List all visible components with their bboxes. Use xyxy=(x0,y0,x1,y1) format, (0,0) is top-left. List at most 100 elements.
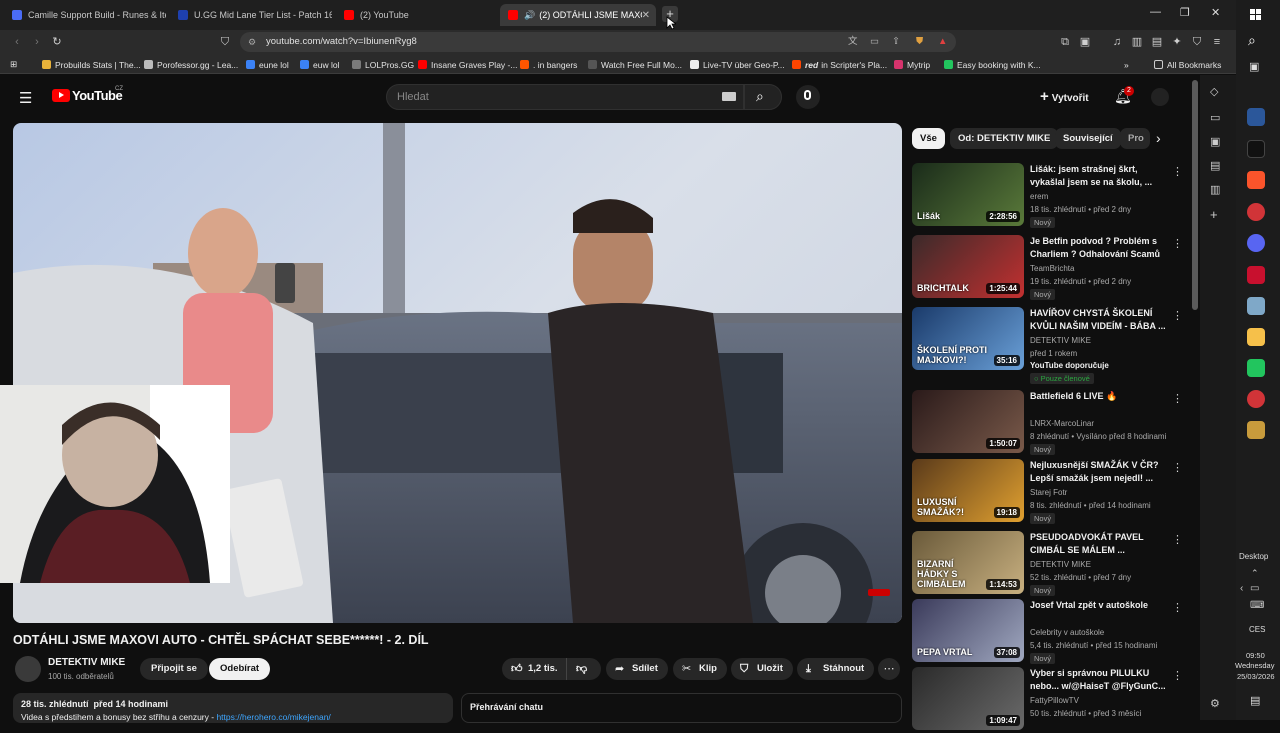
site-info-icon[interactable]: ⚙ xyxy=(248,32,256,52)
app-epic-icon[interactable] xyxy=(1247,140,1265,158)
recommendation-channel[interactable]: LNRX-MarcoLinar xyxy=(1030,419,1094,428)
network-icon[interactable]: ▭ xyxy=(1250,583,1259,594)
youtube-logo-icon[interactable] xyxy=(52,89,70,102)
download-button[interactable]: ⤓ Stáhnout xyxy=(797,658,875,680)
task-view-icon[interactable]: ▣ xyxy=(1249,60,1259,73)
close-window-icon[interactable]: ✕ xyxy=(1211,6,1220,19)
video-thumbnail[interactable]: 1:50:07 xyxy=(912,390,1024,453)
search-input[interactable]: Hledat xyxy=(386,84,744,110)
media-icon[interactable]: ♫ xyxy=(1110,35,1124,49)
app-brave-icon[interactable] xyxy=(1247,171,1265,189)
app-files-icon[interactable] xyxy=(1247,297,1265,315)
recommendation-item[interactable]: ŠKOLENÍ PROTI MAJKOVI?! 35:16 HAVÍŘOV CHYS… xyxy=(912,307,1183,384)
more-options-icon[interactable]: ⋮ xyxy=(1172,461,1183,474)
bookmark-item[interactable]: Watch Free Full Mo... xyxy=(588,58,682,71)
app-league-icon[interactable] xyxy=(1247,421,1265,439)
bookmark-item[interactable]: Easy booking with K... xyxy=(944,58,1041,71)
wallet-sidebar-icon[interactable]: ▣ xyxy=(1210,135,1220,148)
tab-ugg[interactable]: U.GG Mid Lane Tier List - Patch 16.6 xyxy=(170,4,332,26)
bookmark-item[interactable]: eune lol xyxy=(246,58,289,71)
add-panel-icon[interactable]: + xyxy=(1210,207,1218,222)
channel-avatar[interactable] xyxy=(15,656,41,682)
more-options-icon[interactable]: ⋮ xyxy=(1172,533,1183,546)
extensions-icon[interactable]: ⧉ xyxy=(1058,35,1072,49)
sidebar-settings-icon[interactable]: ⚙ xyxy=(1210,697,1220,710)
sidebar-icon[interactable]: ▥ xyxy=(1130,35,1144,49)
more-bookmarks-icon[interactable]: » xyxy=(1124,58,1129,71)
recommendation-channel[interactable]: Starej Fotr xyxy=(1030,488,1067,497)
recommendation-channel[interactable]: DETEKTIV MIKE xyxy=(1030,336,1091,345)
app-red-icon[interactable] xyxy=(1247,390,1265,408)
maximize-icon[interactable]: ❐ xyxy=(1180,6,1190,19)
forward-icon[interactable]: › xyxy=(30,35,44,49)
all-bookmarks[interactable]: All Bookmarks xyxy=(1154,58,1221,71)
dislike-button[interactable]: 👎︎ xyxy=(566,658,601,680)
scrollbar[interactable] xyxy=(1192,80,1198,310)
more-options-icon[interactable]: ⋮ xyxy=(1172,601,1183,614)
channel-name[interactable]: DETEKTIV MIKE xyxy=(48,657,125,668)
app-riot-icon[interactable] xyxy=(1247,203,1265,221)
cast-icon[interactable]: ▭ xyxy=(870,32,879,52)
avatar[interactable] xyxy=(1151,88,1169,106)
bookmark-item[interactable]: Live-TV über Geo-P... xyxy=(690,58,785,71)
back-icon[interactable]: ‹ xyxy=(10,35,24,49)
translate-icon[interactable]: 文 xyxy=(848,32,858,52)
bookmark-item[interactable]: red in Scripter's Pla... xyxy=(792,58,887,71)
close-tab-icon[interactable]: ✕ xyxy=(642,10,650,21)
recommendation-channel[interactable]: erem xyxy=(1030,192,1048,201)
chip-related[interactable]: Související xyxy=(1055,128,1121,149)
video-thumbnail[interactable]: BRICHTALK 1:25:44 xyxy=(912,235,1024,298)
more-options-icon[interactable]: ⋮ xyxy=(1172,669,1183,682)
address-bar[interactable]: ⚙ youtube.com/watch?v=IbiunenRyg8 文 ▭ ⇪ … xyxy=(240,32,956,52)
more-options-icon[interactable]: ⋮ xyxy=(1172,392,1183,405)
description-link[interactable]: https://herohero.co/mikejenan/ xyxy=(216,712,330,722)
more-options-icon[interactable]: ⋮ xyxy=(1172,237,1183,250)
clip-button[interactable]: ✂ Klip xyxy=(673,658,727,680)
chip-from-channel[interactable]: Od: DETEKTIV MIKE xyxy=(950,128,1059,149)
recommendation-channel[interactable]: DETEKTIV MIKE xyxy=(1030,560,1091,569)
reading-list-icon[interactable]: ▭ xyxy=(1210,111,1220,124)
bookmark-page-icon[interactable]: ⛉ xyxy=(218,35,232,49)
hamburger-menu-icon[interactable]: ☰ xyxy=(19,89,32,107)
recommendation-item[interactable]: Lišák 2:28:56 Lišák: jsem strašnej škrt, v… xyxy=(912,163,1183,229)
video-thumbnail[interactable]: ŠKOLENÍ PROTI MAJKOVI?! 35:16 xyxy=(912,307,1024,370)
description-box[interactable]: 28 tis. zhlédnutí před 14 hodinami Videa… xyxy=(13,693,453,723)
recommendation-item[interactable]: 1:50:07 Battlefield 6 LIVE 🔥 LNRX-MarcoLin… xyxy=(912,390,1183,456)
menu-icon[interactable]: ≡ xyxy=(1210,35,1224,49)
bookmarks-sidebar-icon[interactable]: ▤ xyxy=(1210,159,1220,172)
recommendation-item[interactable]: LUXUSNÍ SMAŽÁK?! 19:18 Nejluxusnější SMAŽÁ… xyxy=(912,459,1183,525)
recommendation-channel[interactable]: Celebrity v autoškole xyxy=(1030,628,1104,637)
desktop-label[interactable]: Desktop xyxy=(1239,552,1268,561)
bookmark-item[interactable]: Probuilds Stats | The... xyxy=(42,58,141,71)
screenshot-icon[interactable]: ▣ xyxy=(1078,35,1092,49)
brave-rewards-icon[interactable]: ▲ xyxy=(938,32,947,52)
language-indicator[interactable]: CES xyxy=(1249,625,1265,634)
video-thumbnail[interactable]: BIZARNÍ HÁDKY S CIMBÁLEM 1:14:53 xyxy=(912,531,1024,594)
search-button[interactable]: ⌕ xyxy=(744,84,782,110)
share-icon[interactable]: ⇪ xyxy=(892,32,900,52)
chip-for-you[interactable]: Pro xyxy=(1120,128,1150,149)
video-thumbnail[interactable]: Lišák 2:28:56 xyxy=(912,163,1024,226)
bookmark-item[interactable]: euw lol xyxy=(300,58,339,71)
apps-icon[interactable]: ⊞ xyxy=(10,58,17,71)
history-icon[interactable]: ▥ xyxy=(1210,183,1220,196)
recommendation-channel[interactable]: FattyPillowTV xyxy=(1030,696,1079,705)
app-green-icon[interactable] xyxy=(1247,359,1265,377)
pin-icon[interactable]: ◇ xyxy=(1210,85,1218,98)
share-button[interactable]: ➦ Sdílet xyxy=(606,658,668,680)
keyboard-icon[interactable] xyxy=(722,92,736,101)
recommendation-item[interactable]: PEPA VRTAL 37:08 Josef Vrtal zpět v autošk… xyxy=(912,599,1183,665)
save-button[interactable]: ⛉ Uložit xyxy=(731,658,793,680)
app-save-icon[interactable] xyxy=(1247,108,1265,126)
tab-video-active[interactable]: 🔊 (2) ODTÁHLI JSME MAXOVI AUTO ✕ xyxy=(500,4,656,26)
minimize-icon[interactable]: — xyxy=(1150,6,1161,18)
more-actions-icon[interactable]: ⋯ xyxy=(878,658,900,680)
recommendation-item[interactable]: BIZARNÍ HÁDKY S CIMBÁLEM 1:14:53 PSEUDOADV… xyxy=(912,531,1183,597)
wallet-icon[interactable]: ▤ xyxy=(1150,35,1164,49)
chips-next-icon[interactable]: › xyxy=(1156,130,1161,146)
like-button[interactable]: 👍︎ 1,2 tis. xyxy=(502,658,570,680)
clock-time[interactable]: 09:50 xyxy=(1246,651,1265,660)
chip-all[interactable]: Vše xyxy=(912,128,945,149)
more-options-icon[interactable]: ⋮ xyxy=(1172,309,1183,322)
bookmark-item[interactable]: LOLPros.GG xyxy=(352,58,414,71)
